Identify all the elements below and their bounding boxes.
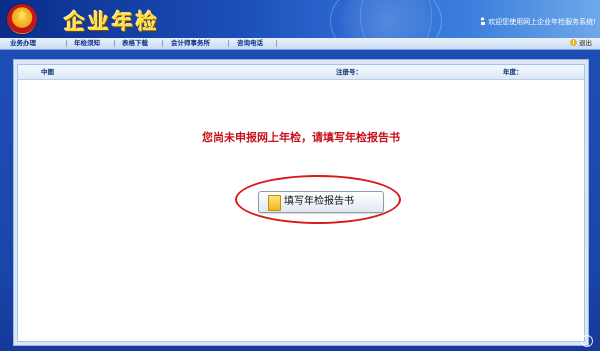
nav-item-downloads[interactable]: 表格下载 [122,39,148,48]
nav-item-business[interactable]: 业务办理 [10,39,36,48]
nav-item-hotline[interactable]: 咨询电话 [237,39,263,48]
logout-link[interactable]: 退出 [570,39,592,48]
nav-divider [228,40,229,47]
nav-item-notice[interactable]: 年检须知 [74,39,100,48]
company-name: 中图 [41,68,54,76]
logo-title: 企业年检 [64,9,160,34]
watermark-icon [581,335,593,347]
emblem-icon: ★ [7,4,37,34]
nav-divider [162,40,163,47]
folder-icon [268,195,281,211]
fill-report-button[interactable]: 填写年检报告书 [258,191,384,213]
person-icon [480,17,486,25]
reg-no-label: 注册号： [336,68,362,76]
nav-divider [114,40,115,47]
fill-report-button-label: 填写年检报告书 [284,196,354,207]
nav-divider [66,40,67,47]
nav-item-accounting-firms[interactable]: 会计师事务所 [171,39,210,48]
welcome-message: 欢迎您使用网上企业年检服务系统! [480,17,596,27]
logout-icon [570,39,577,46]
content-panel: 中图 注册号： 年度： 您尚未申报网上年检，请填写年检报告书 填写年检报告书 [17,64,585,342]
welcome-text: 欢迎您使用网上企业年检服务系统! [488,18,596,26]
logout-label: 退出 [579,39,592,47]
notice-message: 您尚未申报网上年检，请填写年检报告书 [202,131,400,144]
globe-decoration-ring [360,0,432,38]
main-area: 中图 注册号： 年度： 您尚未申报网上年检，请填写年检报告书 填写年检报告书 [0,50,600,351]
nav-bar: 业务办理 年检须知 表格下载 会计师事务所 咨询电话 退出 [0,38,600,50]
watermark [581,335,596,348]
company-info-bar: 中图 注册号： 年度： [18,65,584,80]
nav-divider [276,40,277,47]
header-banner: ★ 企业年检 欢迎您使用网上企业年检服务系统! [0,0,600,38]
year-label: 年度： [503,68,523,76]
